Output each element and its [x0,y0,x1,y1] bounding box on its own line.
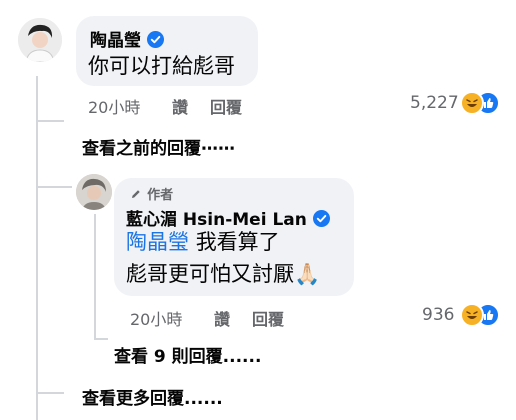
thread-connector-view-more [36,392,64,394]
like-button[interactable]: 讚 [172,94,188,118]
avatar-photo-icon [76,174,112,210]
like-button[interactable]: 讚 [214,306,230,330]
thread-line-reply [94,214,96,338]
thread-connector-view-replies [94,338,108,340]
reply-text-line2: 彪哥更可怕又討厭 [126,262,294,286]
comment-text: 你可以打給彪哥 [88,54,235,78]
comment-bubble: 陶晶瑩 你可以打給彪哥 [76,16,258,86]
reply-bubble: 作者 藍心湄 Hsin-Mei Lan 陶晶瑩 我看算了 彪哥更可怕又討厭🙏🏻 [114,178,354,296]
verified-badge-icon [312,210,330,231]
reply-button[interactable]: 回覆 [210,94,242,118]
view-previous-replies-link[interactable]: 查看之前的回覆⋯⋯ [82,134,235,159]
haha-reaction-icon [460,303,484,327]
comment-author-name[interactable]: 陶晶瑩 [90,31,141,51]
reply-timestamp[interactable]: 20小時 [130,306,182,330]
thread-connector-previous [36,120,64,122]
avatar[interactable] [76,174,112,210]
reaction-count[interactable]: 5,227 [410,93,459,113]
author-badge: 作者 [147,188,174,203]
praying-hands-emoji: 🙏🏻 [294,262,321,286]
avatar-photo-icon [18,18,62,62]
view-more-replies-link[interactable]: 查看更多回覆...... [82,384,223,409]
mention-link[interactable]: 陶晶瑩 [126,230,189,254]
haha-reaction-icon [460,91,484,115]
verified-badge-icon [147,31,164,52]
thread-connector-reply [36,186,72,188]
reply-button[interactable]: 回覆 [252,306,284,330]
reaction-count[interactable]: 936 [422,305,454,325]
thread-line-main [36,76,38,420]
view-replies-link[interactable]: 查看 9 則回覆...... [114,342,261,367]
comment-timestamp[interactable]: 20小時 [88,94,140,118]
author-pen-icon [130,185,142,204]
reply-text-line1: 我看算了 [195,230,280,254]
avatar[interactable] [18,18,62,62]
